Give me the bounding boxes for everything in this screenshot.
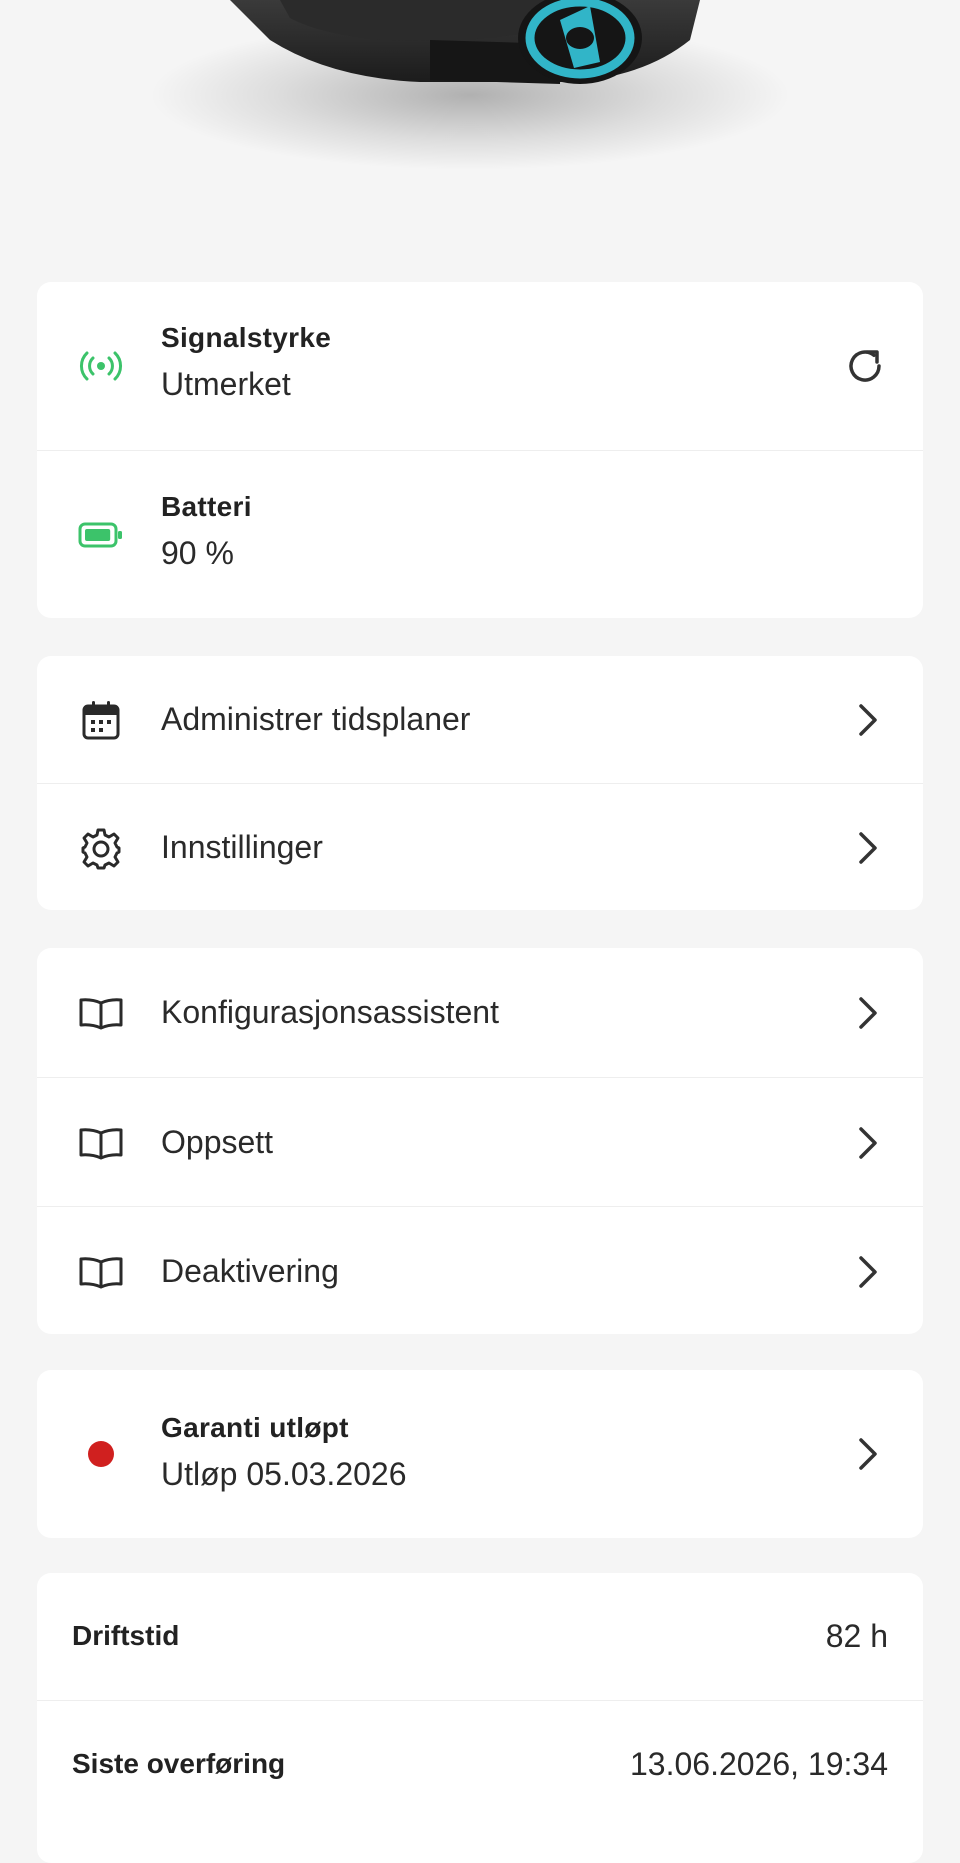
battery-value: 90 % [161,535,234,571]
info-value: 82 h [825,1618,888,1654]
menu-item-settings[interactable]: Innstillinger [37,783,923,910]
warranty-card[interactable]: Garanti utløpt Utløp 05.03.2026 [37,1370,923,1538]
battery-title: Batteri [161,491,252,522]
guide-item-setup[interactable]: Oppsett [37,1077,923,1206]
book-icon [77,1249,125,1297]
status-dot-icon [77,1430,125,1478]
info-key: Driftstid [72,1620,180,1651]
warranty-row[interactable]: Garanti utløpt Utløp 05.03.2026 [37,1370,923,1538]
info-key: Siste overføring [72,1748,286,1779]
guides-card: Konfigurasjonsassistent Oppsett Deaktive… [37,948,923,1334]
guide-item-label: Oppsett [161,1124,274,1160]
signal-row: Signalstyrke Utmerket [37,282,923,450]
info-card: Driftstid 82 h Siste overføring 13.06.20… [37,1573,923,1863]
guide-item-label: Konfigurasjonsassistent [161,994,499,1030]
menu-card: Administrer tidsplaner Innstillinger [37,656,923,910]
gear-icon [77,824,125,872]
battery-icon [77,511,125,559]
signal-title: Signalstyrke [161,322,332,353]
refresh-icon[interactable] [841,342,889,390]
status-card: Signalstyrke Utmerket Batteri 90 % [37,282,923,618]
chevron-right-icon [859,704,877,736]
guide-item-deactivation[interactable]: Deaktivering [37,1206,923,1334]
info-value: 13.06.2026, 19:34 [629,1746,888,1782]
book-icon [77,990,125,1038]
signal-value: Utmerket [161,366,291,402]
chevron-right-icon [859,1256,877,1288]
menu-item-schedules[interactable]: Administrer tidsplaner [37,656,923,783]
chevron-right-icon [859,1127,877,1159]
warranty-title: Garanti utløpt [161,1412,349,1443]
battery-row: Batteri 90 % [37,450,923,618]
signal-icon [77,342,125,390]
info-row-runtime: Driftstid 82 h [37,1573,923,1700]
chevron-right-icon [859,1438,877,1470]
calendar-icon [77,696,125,744]
menu-item-label: Administrer tidsplaner [161,701,471,737]
menu-item-label: Innstillinger [161,829,323,865]
guide-item-label: Deaktivering [161,1253,339,1289]
guide-item-configuration[interactable]: Konfigurasjonsassistent [37,948,923,1077]
warranty-expiry: Utløp 05.03.2026 [161,1456,407,1492]
mower-image [0,0,960,240]
chevron-right-icon [859,832,877,864]
chevron-right-icon [859,997,877,1029]
info-row-last-transfer: Siste overføring 13.06.2026, 19:34 [37,1700,923,1827]
book-icon [77,1120,125,1168]
